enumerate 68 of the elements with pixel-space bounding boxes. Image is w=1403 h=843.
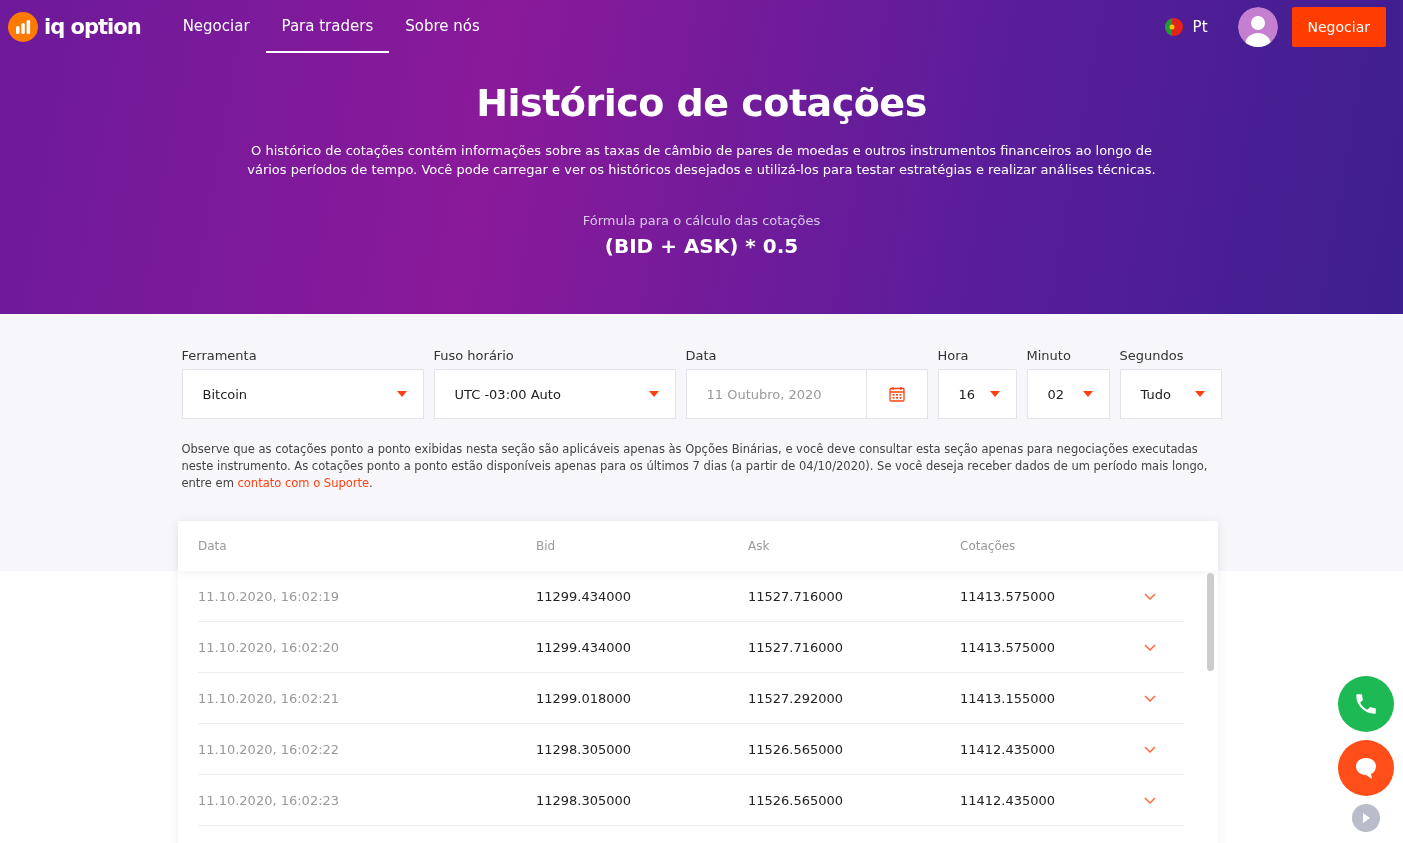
table-cell-text: 11.10.2020, 16:02:19 (198, 588, 341, 604)
logo-icon (8, 11, 38, 42)
chevron-down-icon[interactable] (1144, 592, 1156, 600)
table-cell-text: 11413.575000 (960, 639, 1057, 655)
table-cell-text: 11.10.2020, 16:02:20 (198, 639, 341, 655)
language-label[interactable]: Pt (1192, 17, 1208, 36)
formula: (BID + ASK) * 0.5 (603, 234, 800, 258)
phone-button[interactable] (1338, 676, 1394, 732)
field-label: Data (685, 348, 718, 363)
table-cell-text: 11527.292000 (748, 690, 845, 706)
table-cell-text: 11.10.2020, 16:02:21 (198, 690, 341, 706)
table-cell-text: 11298.305000 (536, 792, 633, 808)
expand-button[interactable] (1352, 804, 1380, 832)
avatar-icon[interactable] (1237, 6, 1278, 47)
column-header: Ask (748, 539, 771, 553)
scrollbar[interactable] (1207, 573, 1214, 671)
chat-button[interactable] (1338, 740, 1394, 796)
caret-icon (396, 391, 407, 397)
field-label: Fuso horário (433, 348, 515, 363)
column-header: Bid (536, 539, 557, 553)
table-cell-text: 11527.716000 (748, 639, 845, 655)
field-label: Minuto (1026, 348, 1072, 363)
table-cell-text: 11526.565000 (748, 741, 845, 757)
nav-link[interactable]: Sobre nós (389, 0, 496, 53)
play-icon (1362, 813, 1370, 823)
caret-icon (989, 391, 1000, 397)
chevron-down-icon[interactable] (1144, 745, 1156, 753)
table-cell-text: 11413.155000 (960, 690, 1057, 706)
dropdown[interactable]: 02 (1026, 369, 1110, 419)
table-cell-text: 11413.575000 (960, 588, 1057, 604)
dropdown[interactable]: Tudo (1119, 369, 1222, 419)
field-label: Segundos (1119, 348, 1185, 363)
table-cell-text: 11299.434000 (536, 588, 633, 604)
caret-icon (1194, 391, 1205, 397)
phone-icon (1353, 691, 1379, 717)
field-label: Hora (937, 348, 970, 363)
column-header: Cotações (960, 539, 1017, 553)
table-cell-text: 11412.435000 (960, 792, 1057, 808)
table-cell-text: 11299.018000 (536, 690, 633, 706)
nav-link[interactable]: Negociar (166, 0, 266, 53)
dropdown[interactable]: UTC -03:00 Auto (433, 369, 676, 419)
dropdown[interactable]: 16 (937, 369, 1017, 419)
chat-bubble-icon (1353, 755, 1379, 781)
chevron-down-icon[interactable] (1144, 643, 1156, 651)
calendar-icon[interactable] (888, 386, 905, 402)
date-field[interactable]: 11 Outubro, 2020 (685, 369, 928, 419)
caret-icon (648, 391, 659, 397)
table-cell-text: 11.10.2020, 16:02:22 (198, 741, 341, 757)
trade-button[interactable]: Negociar (1291, 6, 1386, 47)
notice-text: Observe que as cotações ponto a ponto exibidas nesta seção são aplicáveis apenas às Opções Binárias, e você deve consultar esta seção apenas para negociações executadas neste instrumento. As cotações ponto a ponto estão disponíveis apenas para os últimos 7 dias (a partir de 04/10/2020). Se você deseja receber dados de um período mais longo, entre em contato com o Suporte. (181, 441, 1209, 492)
flag-icon (1164, 17, 1183, 36)
formula-label: Fórmula para o cálculo das cotações (581, 213, 822, 228)
table-cell-text: 11526.565000 (748, 792, 845, 808)
table-cell-text: 11.10.2020, 16:02:23 (198, 792, 341, 808)
logo-text: iq option (44, 14, 141, 39)
nav-link[interactable]: Para traders (265, 0, 390, 53)
column-header: Data (198, 539, 228, 553)
page-description: O histórico de cotações contém informações sobre as taxas de câmbio de pares de moedas e outros instrumentos financeiros ao longo de vários períodos de tempo. Você pode carregar e ver os históricos desejados e utilizá-los para testar estratégias e realizar análises técnicas. (246, 142, 1157, 179)
chevron-down-icon[interactable] (1144, 796, 1156, 804)
dropdown[interactable]: Bitcoin (181, 369, 424, 419)
page-title: Histórico de cotações (475, 81, 928, 125)
table-cell-text: 11298.305000 (536, 741, 633, 757)
table-cell-text: 11412.435000 (960, 741, 1057, 757)
table-cell-text: 11527.716000 (748, 588, 845, 604)
caret-icon (1082, 391, 1093, 397)
table-cell-text: 11299.434000 (536, 639, 633, 655)
field-label: Ferramenta (181, 348, 258, 363)
chevron-down-icon[interactable] (1144, 694, 1156, 702)
